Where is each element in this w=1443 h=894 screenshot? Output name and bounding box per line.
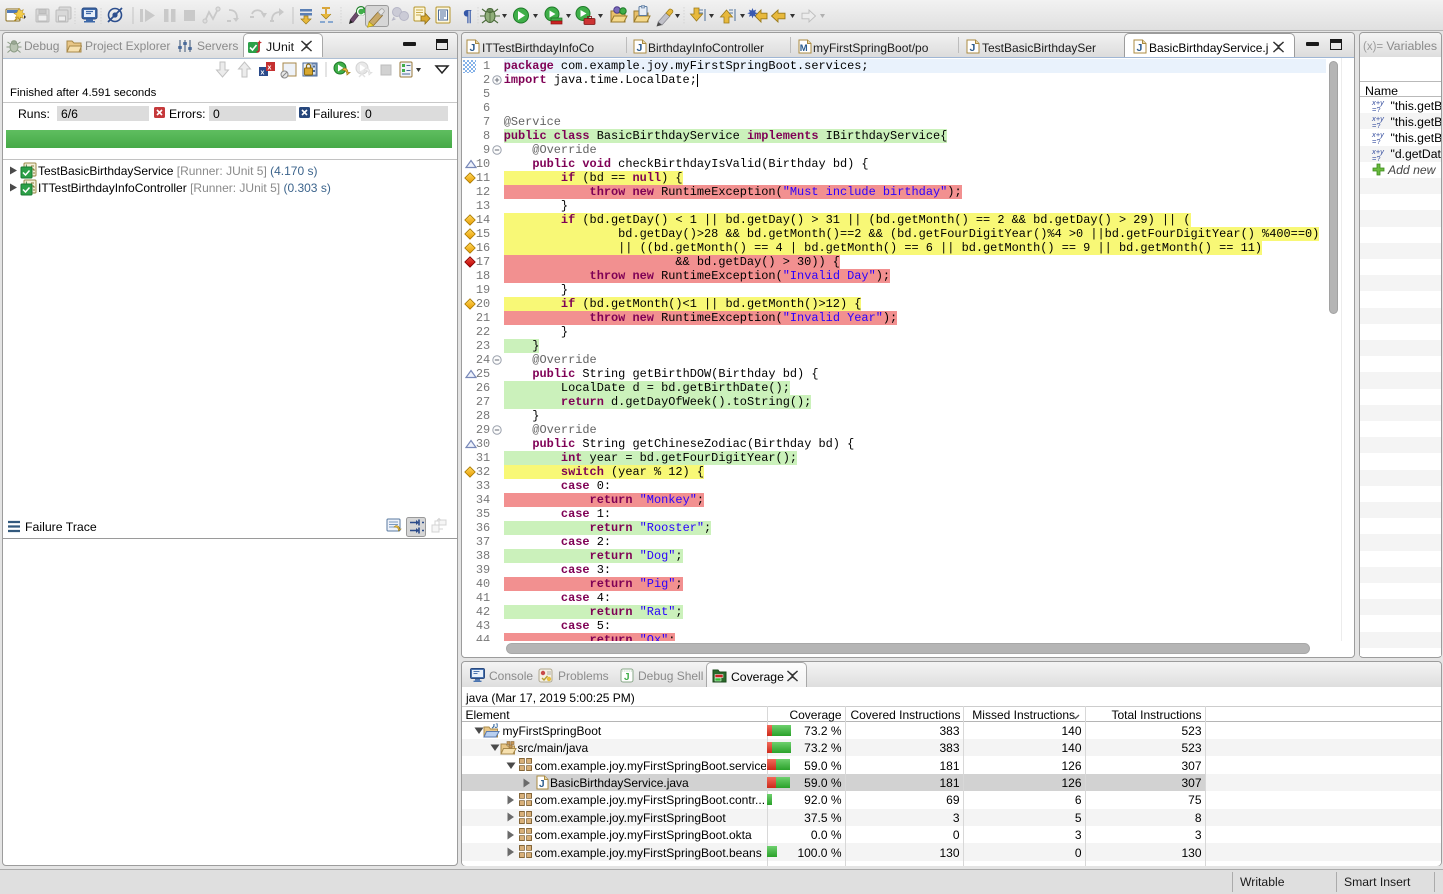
- svg-text:=?: =?: [1372, 105, 1381, 113]
- svg-text:M: M: [800, 43, 808, 54]
- svg-text:J: J: [495, 723, 499, 730]
- svg-text:¶: ¶: [463, 6, 472, 25]
- svg-text:=?: =?: [1372, 121, 1381, 129]
- svg-text:x: x: [261, 70, 265, 77]
- svg-text:J: J: [539, 779, 545, 790]
- svg-text:=?: =?: [1372, 154, 1381, 162]
- svg-text:J: J: [970, 42, 976, 54]
- svg-text:J: J: [470, 42, 476, 54]
- svg-text:=?: =?: [1372, 137, 1381, 145]
- svg-text:J: J: [1137, 42, 1143, 54]
- svg-text:x: x: [268, 65, 272, 72]
- svg-text:J: J: [624, 672, 630, 683]
- svg-text:J: J: [637, 42, 643, 54]
